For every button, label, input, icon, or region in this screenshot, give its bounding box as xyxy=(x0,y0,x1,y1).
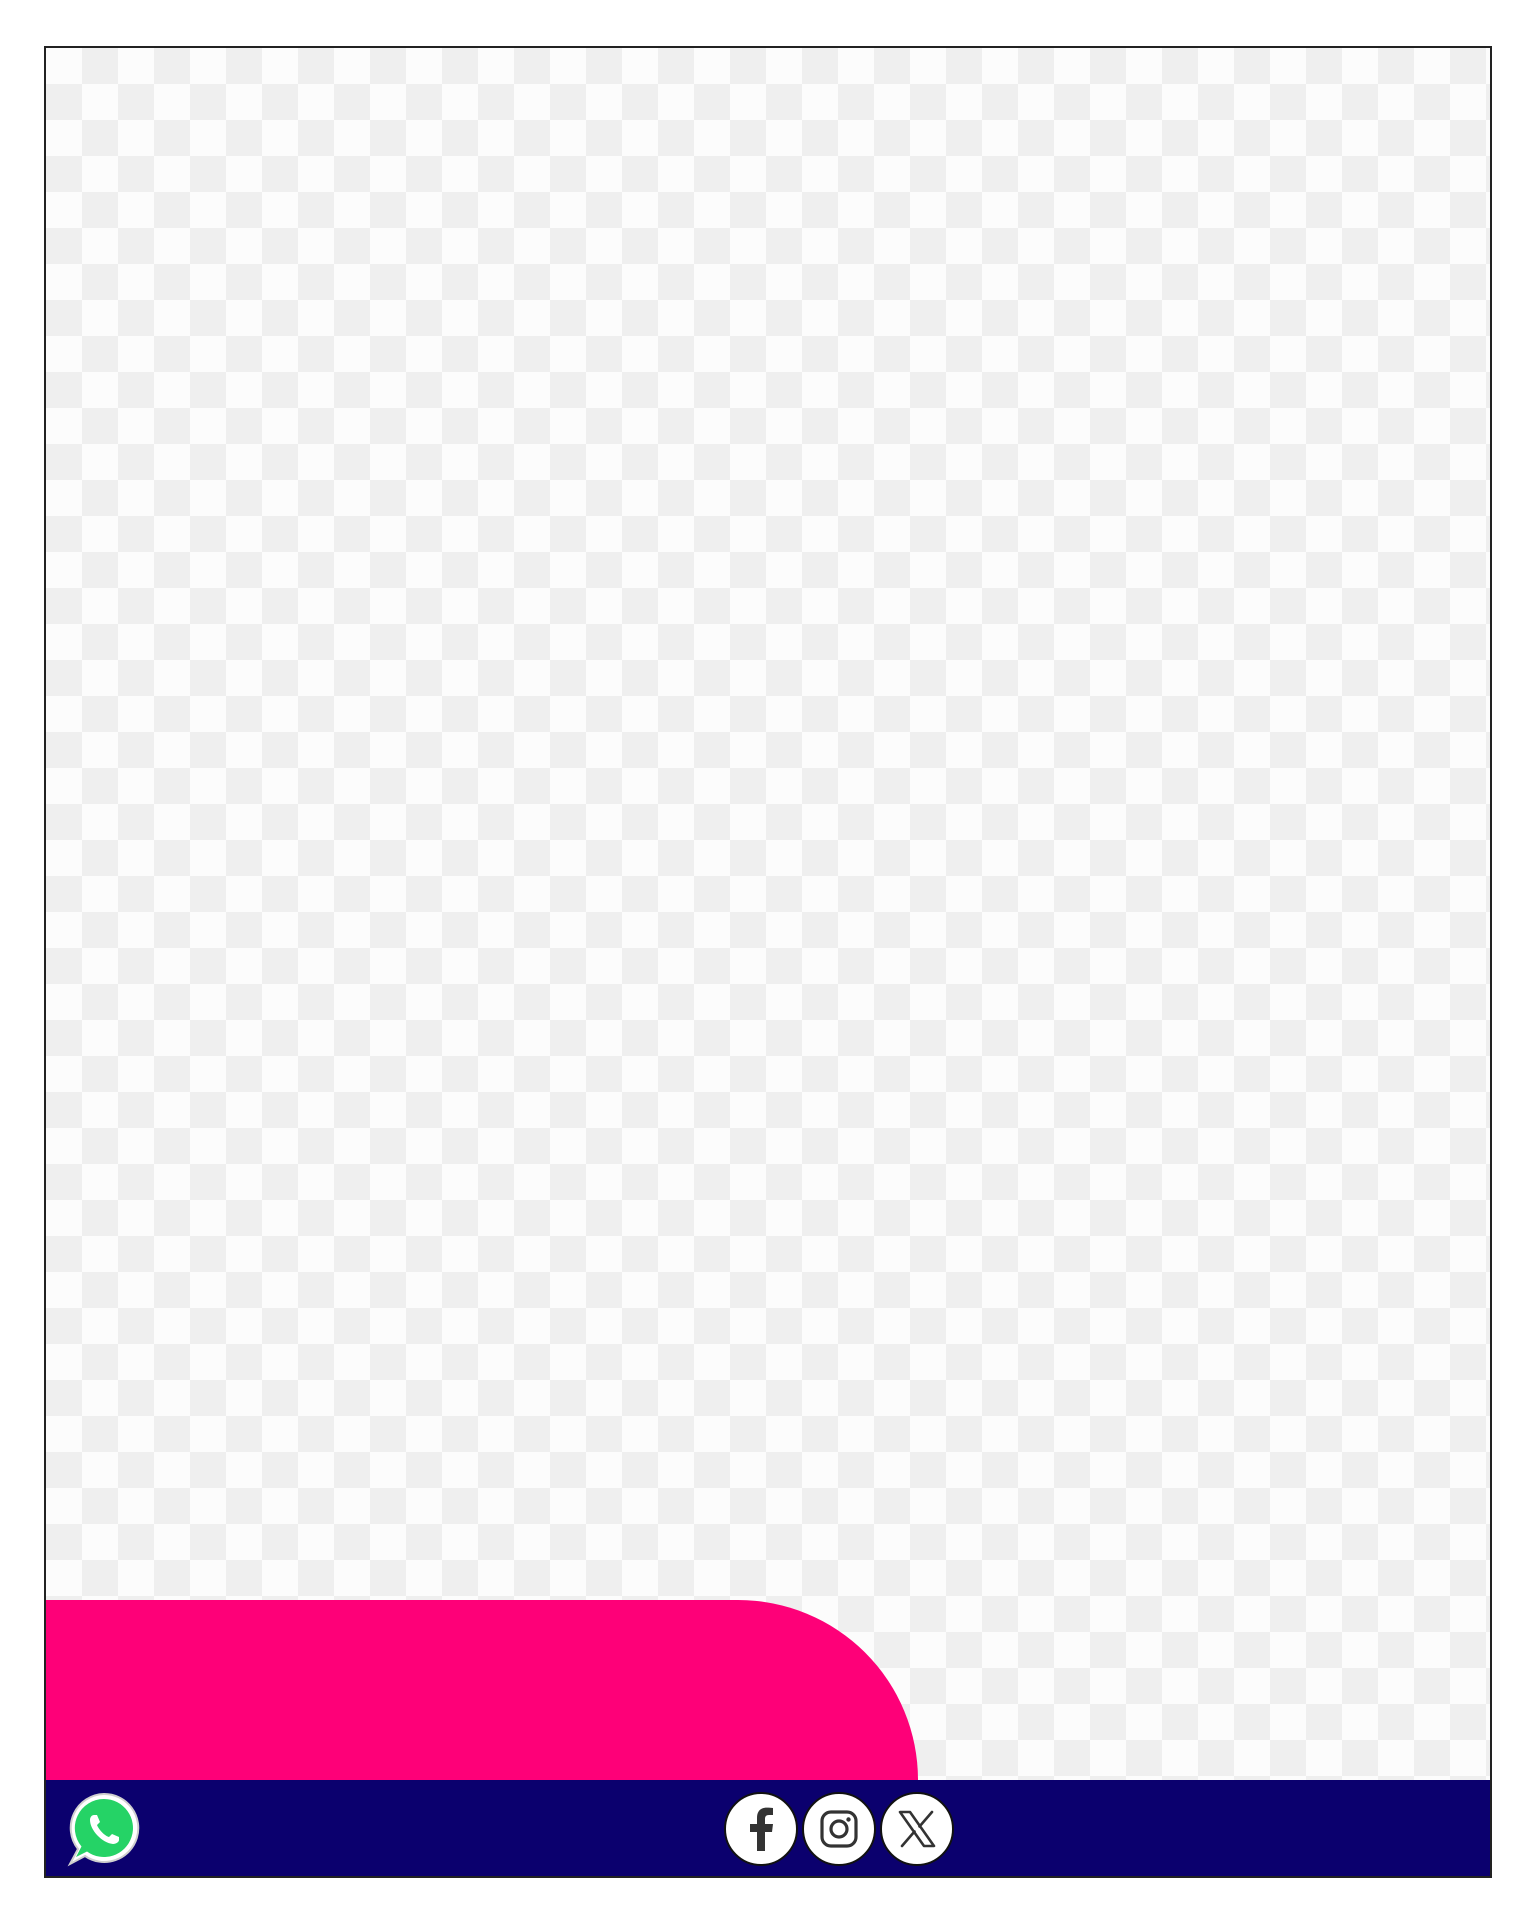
instagram-icon[interactable] xyxy=(802,1792,876,1866)
social-icons-group xyxy=(724,1792,954,1868)
whatsapp-bubble xyxy=(74,1798,133,1857)
pink-accent-shape xyxy=(46,1600,918,1780)
whatsapp-icon[interactable] xyxy=(64,1790,144,1870)
x-icon[interactable] xyxy=(880,1792,954,1866)
template-frame xyxy=(44,46,1492,1878)
footer-bar xyxy=(46,1780,1490,1876)
facebook-icon[interactable] xyxy=(724,1792,798,1866)
